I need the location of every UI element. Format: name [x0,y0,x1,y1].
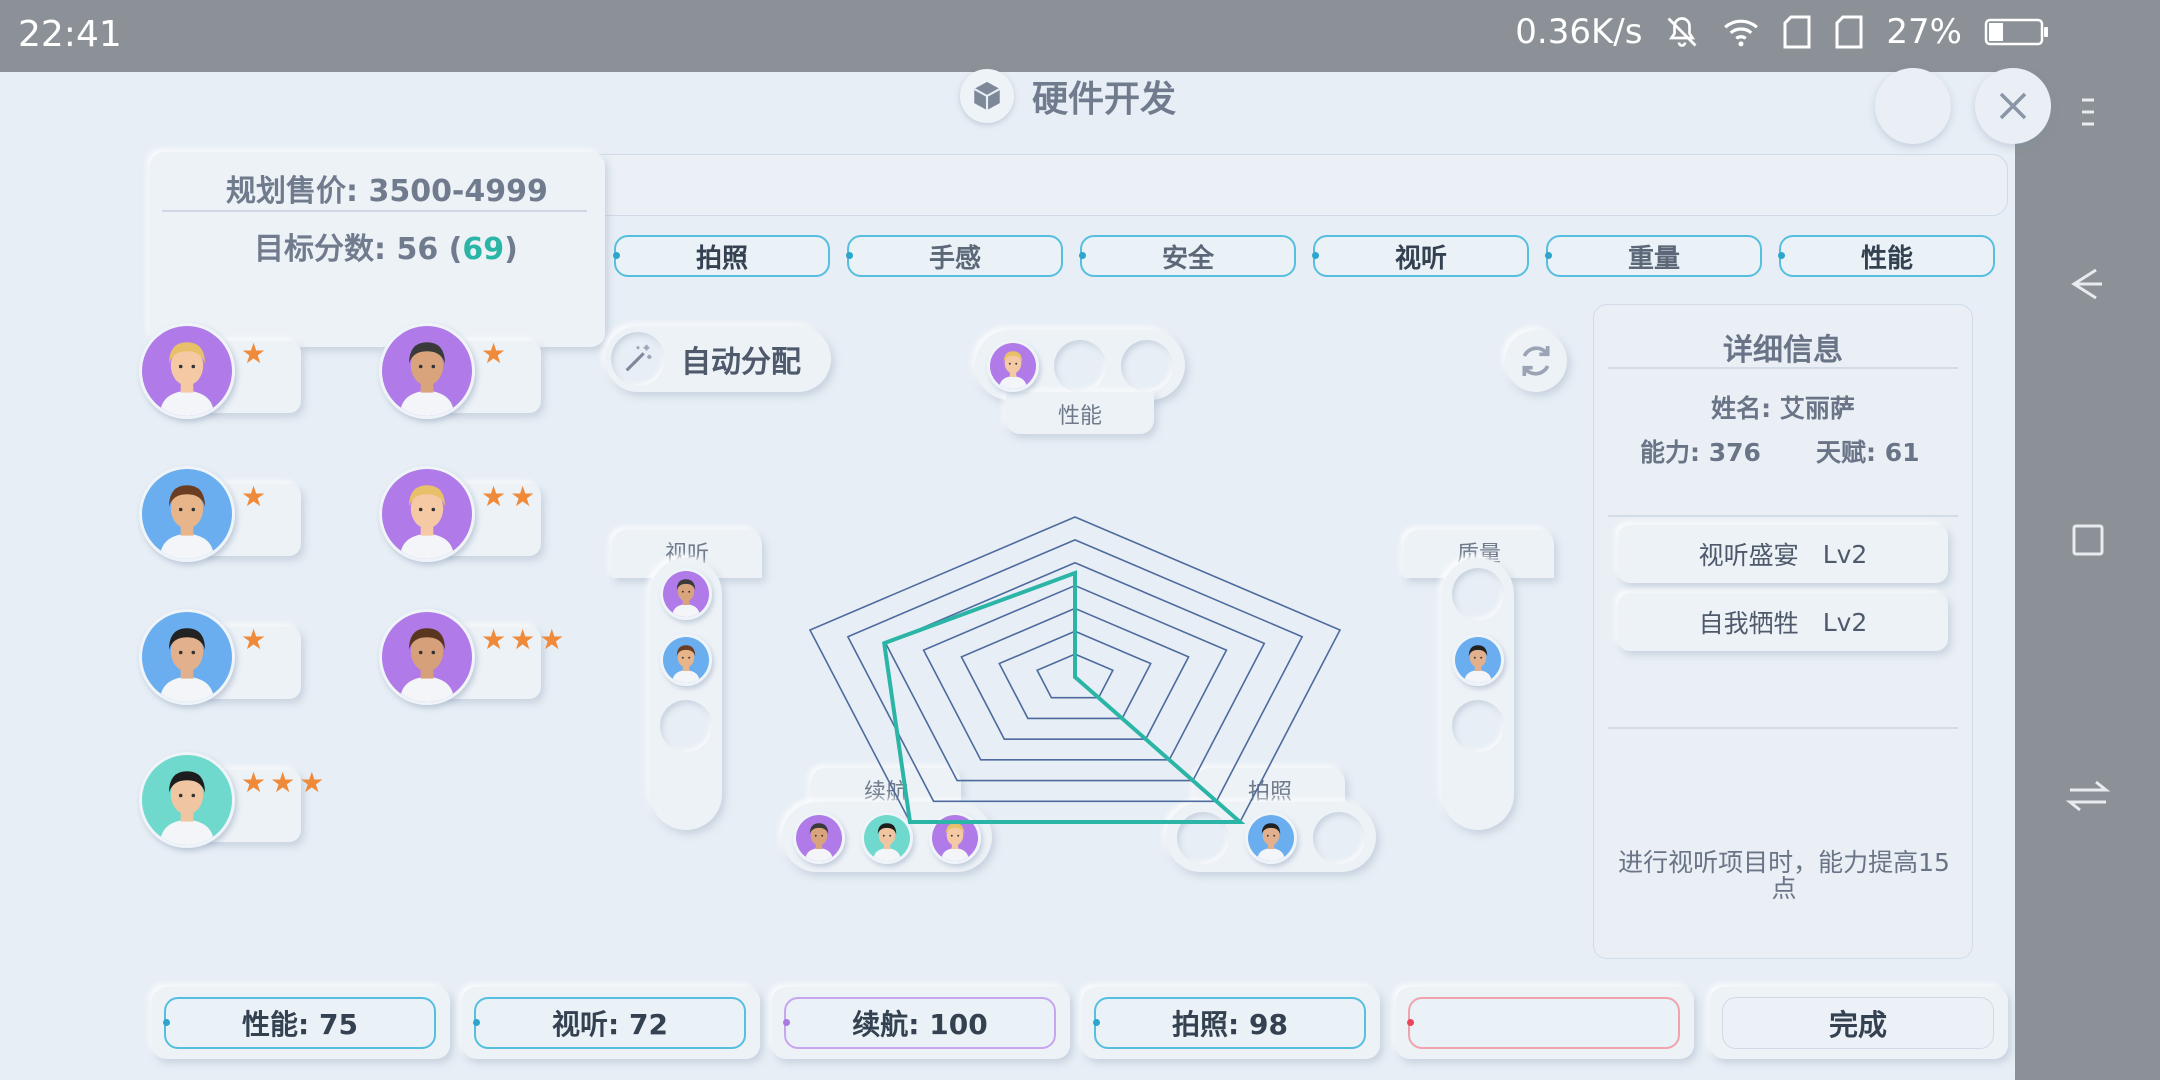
skill-description: 进行视听项目时，能力提高15点 [1618,848,1950,903]
slot-empty[interactable] [1452,568,1504,620]
divider [1608,367,1958,369]
close-icon [1999,92,2027,120]
detail-panel: 详细信息 姓名: 艾丽萨 能力: 376 天赋: 61 视听盛宴 Lv2 自我牺牲… [1593,304,1973,959]
star-rating: ★ [241,480,271,513]
tab-performance[interactable]: 性能 [1778,235,1995,277]
refresh-icon [1522,346,1550,376]
slot-label-performance: 性能 [1057,404,1102,429]
avatar [139,466,235,562]
sim-card-icon [1782,14,1812,50]
tab-weight[interactable]: 重量 [1545,235,1762,277]
detail-title: 详细信息 [1723,333,1843,368]
skill-item[interactable]: 自我牺牲 Lv2 [1618,593,1948,651]
slot-member[interactable] [660,568,712,620]
refresh-button[interactable] [1505,330,1567,392]
done-button[interactable]: 完成 [1710,987,2008,1059]
radar-chart [808,516,1342,824]
status-bar: 22:41 0.36K/s 27% [0,0,2160,72]
page-title: 硬件开发 [1032,79,1177,120]
tab-feel[interactable]: 手感 [846,235,1063,277]
slot-member[interactable] [987,340,1039,392]
stat-camera-label: 拍照: 98 [1093,997,1366,1049]
cube-icon [960,69,1014,123]
stat-empty-label [1407,997,1680,1049]
wifi-icon [1722,15,1760,49]
stat-empty [1396,987,1694,1059]
tab-audio-visual[interactable]: 视听 [1312,235,1529,277]
navigation-bar [2015,72,2160,1080]
stat-battery-label: 续航: 100 [783,997,1056,1049]
switch-icon[interactable] [2060,768,2116,824]
done-label: 完成 [1722,997,1994,1049]
planned-price: 规划售价: 3500-4999 [226,174,548,209]
tab-safety[interactable]: 安全 [1079,235,1296,277]
stat-audio: 视听: 72 [462,987,760,1059]
avatar [379,323,475,419]
network-speed: 0.36K/s [1515,12,1643,52]
target-score: 目标分数: 56 (69) [254,232,518,267]
skill-item[interactable]: 视听盛宴 Lv2 [1618,525,1948,583]
slot-empty[interactable] [1452,700,1504,752]
avatar [379,609,475,705]
options-icon[interactable] [1875,68,1951,144]
divider [162,210,587,212]
slot-empty[interactable] [1054,340,1106,392]
slot-member[interactable] [660,634,712,686]
stat-performance: 性能: 75 [152,987,450,1059]
star-rating: ★ [481,337,511,370]
page-header: 硬件开发 [960,69,1177,132]
star-rating: ★★★ [481,623,569,656]
battery-percent: 27% [1886,12,1962,52]
recent-apps-icon[interactable] [2060,512,2116,568]
auto-assign-button[interactable]: 自动分配 [605,326,831,392]
close-button[interactable] [1975,68,2051,144]
stat-camera: 拍照: 98 [1082,987,1380,1059]
detail-name: 姓名: 艾丽萨 [1711,394,1855,423]
magic-wand-icon [611,332,665,386]
clock: 22:41 [18,14,122,55]
divider [1608,727,1958,729]
slot-member[interactable] [1452,634,1504,686]
stat-battery: 续航: 100 [772,987,1070,1059]
avatar [139,609,235,705]
detail-talent: 天赋: 61 [1816,438,1920,467]
slot-empty[interactable] [1121,340,1173,392]
mute-bell-icon [1664,14,1700,50]
back-icon[interactable] [2060,256,2116,312]
hardware-dev-screen: 硬件开发 规划售价: 3500-4999 目标分数: 56 (69) 拍照 手感… [0,68,2051,1080]
detail-ability: 能力: 376 [1640,438,1761,467]
star-rating: ★ [241,623,271,656]
sim-card-icon [1834,14,1864,50]
divider [1608,515,1958,517]
star-rating: ★ [241,337,271,370]
avatar [139,323,235,419]
stat-performance-label: 性能: 75 [163,997,436,1049]
target-score-highlight: 69 [462,232,505,267]
stat-audio-label: 视听: 72 [473,997,746,1049]
tab-camera[interactable]: 拍照 [613,235,830,277]
menu-icon[interactable] [2060,84,2116,140]
star-rating: ★★★ [241,766,329,799]
star-rating: ★★ [481,480,540,513]
slot-empty[interactable] [660,700,712,752]
avatar [379,466,475,562]
battery-icon [1984,17,2050,47]
avatar [139,752,235,848]
auto-assign-label: 自动分配 [681,345,801,380]
